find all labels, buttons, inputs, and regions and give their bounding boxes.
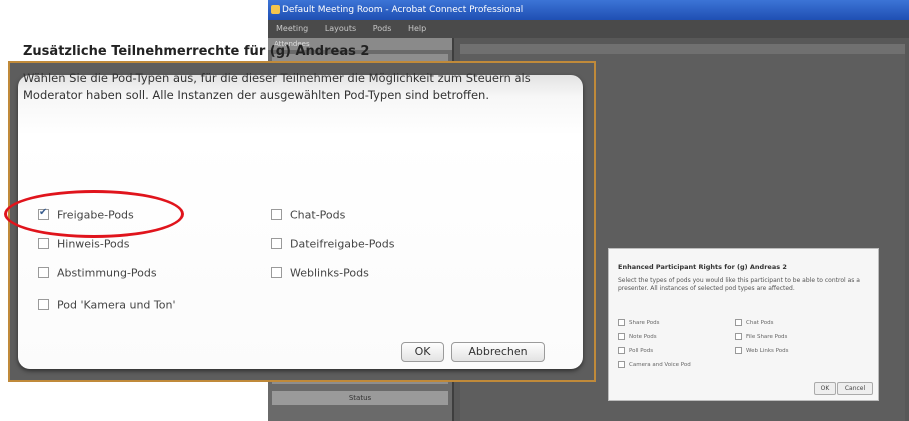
option-label: Dateifreigabe-Pods [290,237,395,251]
checkbox-icon[interactable] [271,208,282,220]
checkbox-icon [618,333,625,340]
option-label: Hinweis-Pods [57,237,130,251]
mini-option-label: Web Links Pods [746,348,789,354]
app-title: Default Meeting Room - Acrobat Connect P… [282,5,524,15]
status-dropdown[interactable]: Status [272,391,448,405]
ok-button[interactable]: OK [401,342,444,362]
option-abstimmung-pods[interactable]: Abstimmung-Pods [38,266,157,282]
background-rights-dialog: Enhanced Participant Rights for (g) Andr… [608,248,879,401]
mini-option[interactable]: Web Links Pods [735,347,788,354]
mini-option[interactable]: Camera and Voice Pod [618,361,691,368]
mini-option[interactable]: Share Pods [618,319,659,326]
checkbox-icon[interactable] [271,266,282,278]
option-weblinks-pods[interactable]: Weblinks-Pods [271,266,369,282]
checkbox-icon [618,347,625,354]
option-label: Chat-Pods [290,208,346,222]
app-icon [271,5,280,14]
checkbox-icon[interactable] [38,237,49,249]
option-dateifreigabe-pods[interactable]: Dateifreigabe-Pods [271,237,394,253]
mini-option-label: File Share Pods [746,334,788,340]
mini-option-label: Chat Pods [746,320,774,326]
app-menubar: Meeting Layouts Pods Help [268,20,909,38]
checkbox-icon[interactable] [38,298,49,310]
option-hinweis-pods[interactable]: Hinweis-Pods [38,237,130,253]
stage-header [460,44,905,54]
option-label: Pod 'Kamera und Ton' [57,298,176,312]
option-label: Weblinks-Pods [290,266,369,280]
mini-dialog-description: Select the types of pods you would like … [618,277,860,292]
mini-option[interactable]: File Share Pods [735,333,787,340]
cancel-button[interactable]: Abbrechen [451,342,545,362]
checkbox-icon [618,319,625,326]
checkbox-icon[interactable] [271,237,282,249]
option-chat-pods[interactable]: Chat-Pods [271,208,345,224]
mini-option[interactable]: Poll Pods [618,347,653,354]
mini-option-label: Poll Pods [629,348,654,354]
checkbox-icon [618,361,625,368]
mini-cancel-button[interactable]: Cancel [837,382,873,395]
checkbox-icon [735,333,742,340]
mini-option-label: Camera and Voice Pod [629,362,691,368]
option-kamera-und-ton-pod[interactable]: Pod 'Kamera und Ton' [38,298,175,314]
menu-item-meeting[interactable]: Meeting [276,24,308,33]
mini-ok-button[interactable]: OK [814,382,836,395]
checkbox-icon[interactable] [38,266,49,278]
mini-dialog-title: Enhanced Participant Rights for (g) Andr… [618,263,787,271]
option-label: Abstimmung-Pods [57,266,157,280]
checkbox-icon [735,319,742,326]
checkbox-icon [735,347,742,354]
menu-item-pods[interactable]: Pods [373,24,392,33]
mini-option[interactable]: Chat Pods [735,319,773,326]
highlight-annotation-ellipse [4,190,184,238]
dialog-title: Zusätzliche Teilnehmerrechte für (g) And… [23,44,370,59]
menu-item-layouts[interactable]: Layouts [325,24,356,33]
mini-option-label: Share Pods [629,320,660,326]
app-titlebar: Default Meeting Room - Acrobat Connect P… [268,0,909,20]
menu-item-help[interactable]: Help [408,24,426,33]
mini-option[interactable]: Note Pods [618,333,657,340]
mini-option-label: Note Pods [629,334,657,340]
dialog-description: Wählen Sie die Pod-Typen aus, für die di… [23,71,531,102]
